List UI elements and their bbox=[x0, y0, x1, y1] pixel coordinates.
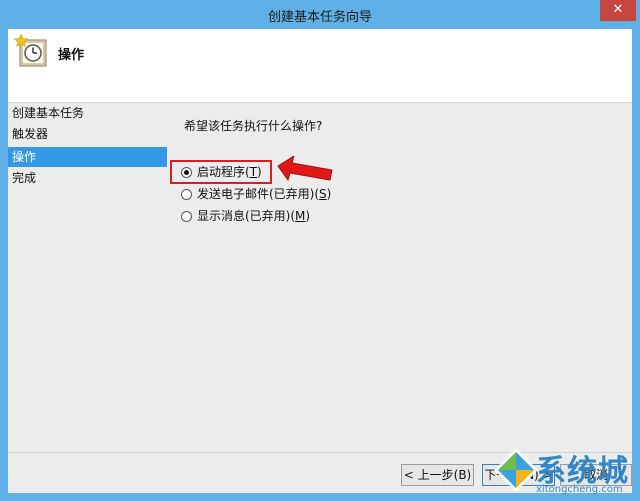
site-watermark: 系统城 xitongcheng.com bbox=[492, 442, 640, 501]
radio-label: 显示消息(已弃用)( bbox=[197, 209, 296, 223]
radio-label-tail: ) bbox=[326, 187, 332, 201]
title-bar: 创建基本任务向导 ✕ bbox=[0, 0, 640, 30]
access-key: M bbox=[295, 209, 306, 223]
sidebar-item-create-basic-task[interactable]: 创建基本任务 bbox=[8, 103, 167, 123]
annotation-arrow-icon bbox=[277, 156, 333, 182]
window-frame-right bbox=[632, 29, 640, 501]
window-frame-left bbox=[0, 29, 8, 501]
sidebar-item-trigger[interactable]: 触发器 bbox=[8, 124, 167, 144]
task-clock-icon bbox=[14, 34, 47, 67]
radio-label: 发送电子邮件(已弃用)( bbox=[197, 187, 320, 201]
watermark-url: xitongcheng.com bbox=[536, 484, 623, 495]
close-button[interactable]: ✕ bbox=[600, 0, 636, 21]
annotation-highlight-box bbox=[170, 160, 272, 184]
watermark-logo-icon bbox=[494, 448, 538, 492]
radio-show-message[interactable]: 显示消息(已弃用)(M) bbox=[181, 207, 310, 225]
access-key: S bbox=[319, 187, 327, 201]
radio-button[interactable] bbox=[181, 189, 192, 200]
radio-button[interactable] bbox=[181, 211, 192, 222]
radio-label-tail: ) bbox=[305, 209, 311, 223]
window-title: 创建基本任务向导 bbox=[267, 10, 372, 25]
sidebar-item-action[interactable]: 操作 bbox=[8, 147, 167, 167]
action-question: 希望该任务执行什么操作? bbox=[184, 119, 323, 133]
wizard-steps-sidebar: 创建基本任务 触发器 操作 完成 bbox=[8, 103, 167, 463]
wizard-header: 操作 bbox=[8, 29, 632, 103]
sidebar-item-finish[interactable]: 完成 bbox=[8, 168, 167, 188]
back-button[interactable]: < 上一步(B) bbox=[401, 464, 474, 486]
page-title: 操作 bbox=[58, 48, 85, 63]
